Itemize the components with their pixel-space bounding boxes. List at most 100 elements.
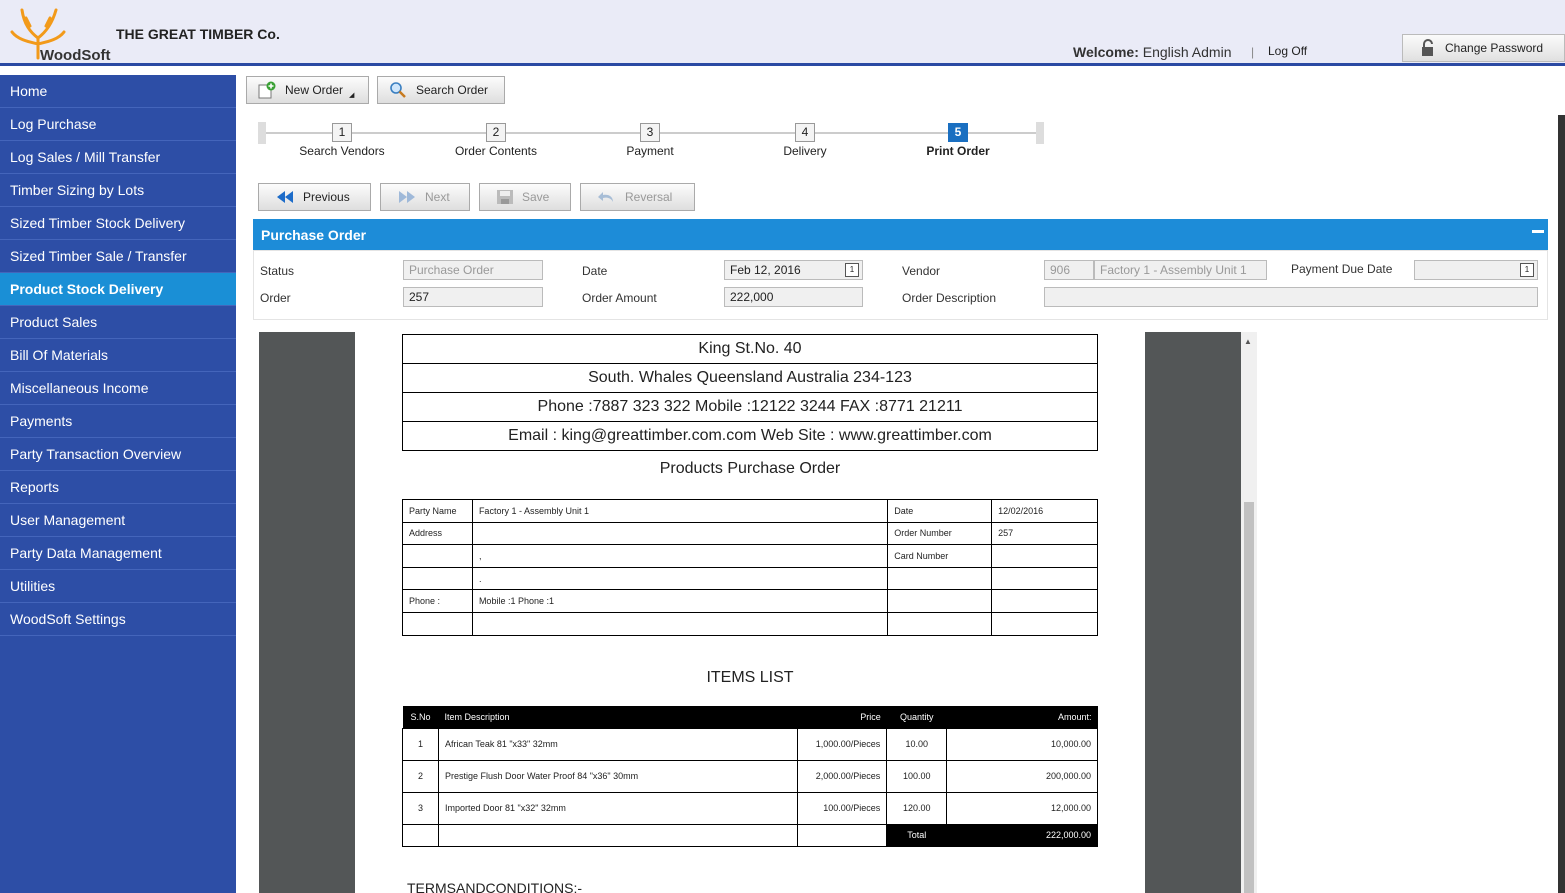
item-amount: 200,000.00 [946,759,1098,793]
save-button[interactable]: Save [479,183,571,211]
card-number-value [991,544,1098,568]
item-description: Imported Door 81 "x32" 32mm [437,791,799,825]
item-quantity: 10.00 [886,727,948,761]
step-label: Delivery [783,144,827,158]
item-price: 100.00/Pieces [797,791,888,825]
previous-button[interactable]: Previous [258,183,371,211]
wizard-start-cap [258,122,266,144]
step-number: 2 [486,123,506,142]
sidebar-item-utilities[interactable]: Utilities [0,570,236,603]
sidebar-item-user-management[interactable]: User Management [0,504,236,537]
change-password-button[interactable]: Change Password [1402,34,1565,62]
table-row: 3 Imported Door 81 "x32" 32mm 100.00/Pie… [402,791,1098,825]
item-amount: 10,000.00 [946,727,1098,761]
step-number: 1 [332,123,352,142]
order-amount-label: Order Amount [582,291,657,305]
card-number-label: Card Number [887,544,993,568]
sidebar-item-log-sales[interactable]: Log Sales / Mill Transfer [0,141,236,174]
collapse-icon[interactable] [1532,230,1544,233]
logoff-link[interactable]: Log Off [1268,44,1307,58]
sidebar-item-bill-of-materials[interactable]: Bill Of Materials [0,339,236,372]
page-scrollbar[interactable] [1558,115,1565,893]
sidebar-item-payments[interactable]: Payments [0,405,236,438]
item-sno: 3 [402,791,439,825]
column-header: Quantity [886,706,947,728]
total-value: 222,000.00 [946,823,1098,847]
sidebar-item-sized-timber-sale[interactable]: Sized Timber Sale / Transfer [0,240,236,273]
vendor-code-field[interactable]: 906 [1044,260,1094,280]
empty-cell [437,823,799,847]
wizard-step-1[interactable]: 1 Search Vendors [282,123,402,158]
sidebar-item-timber-sizing[interactable]: Timber Sizing by Lots [0,174,236,207]
item-description: African Teak 81 "x33" 32mm [437,727,799,761]
sidebar-item-product-sales[interactable]: Product Sales [0,306,236,339]
total-label: Total [886,823,948,847]
previous-label: Previous [303,190,350,204]
sidebar-item-product-stock-delivery[interactable]: Product Stock Delivery [0,273,236,306]
order-field[interactable]: 257 [403,287,543,307]
items-table: S.No Item Description Price Quantity Amo… [402,706,1098,847]
email-line: Email : king@greattimber.com.com Web Sit… [402,421,1098,451]
new-order-button[interactable]: New Order ◢ [246,76,369,104]
purchase-order-panel-header: Purchase Order [253,219,1548,250]
wizard-step-4[interactable]: 4 Delivery [745,123,865,158]
wizard-step-2[interactable]: 2 Order Contents [436,123,556,158]
order-description-label: Order Description [902,291,997,305]
order-label: Order [260,291,291,305]
date-value: 12/02/2016 [991,499,1098,523]
vendor-name-field[interactable]: Factory 1 - Assembly Unit 1 [1094,260,1267,280]
logo-text: WoodSoft [40,47,111,64]
undo-icon [598,192,613,202]
phone-value: Mobile :1 Phone :1 [471,589,889,613]
wizard-step-5[interactable]: 5 Print Order [898,123,1018,158]
panel-title: Purchase Order [261,226,367,243]
empty-cell [887,566,993,591]
purchase-order-form: Status Purchase Order Date Feb 12, 2016 1… [253,250,1548,320]
address-line: South. Whales Queensland Australia 234-1… [402,363,1098,393]
table-row: 2 Prestige Flush Door Water Proof 84 "x3… [402,759,1098,793]
change-password-label: Change Password [1445,41,1544,55]
report-scrollbar[interactable]: ▲ [1241,332,1257,893]
order-description-field[interactable] [1044,287,1538,307]
payment-due-label: Payment Due Date [1291,262,1393,276]
sidebar-item-party-data[interactable]: Party Data Management [0,537,236,570]
address-line-2: , [471,544,889,568]
items-list-title: ITEMS LIST [706,669,794,686]
address-table: King St.No. 40 South. Whales Queensland … [402,334,1098,451]
search-order-label: Search Order [416,83,489,97]
sidebar: Home Log Purchase Log Sales / Mill Trans… [0,75,236,893]
date-label: Date [582,264,608,278]
scrollbar-thumb[interactable] [1244,502,1254,893]
status-field[interactable]: Purchase Order [403,260,543,280]
sidebar-item-party-transaction[interactable]: Party Transaction Overview [0,438,236,471]
sidebar-item-log-purchase[interactable]: Log Purchase [0,108,236,141]
sidebar-item-sized-timber-stock-delivery[interactable]: Sized Timber Stock Delivery [0,207,236,240]
step-label: Search Vendors [299,144,385,158]
item-price: 1,000.00/Pieces [797,727,888,761]
scroll-up-icon[interactable]: ▲ [1244,337,1252,346]
wizard-step-3[interactable]: 3 Payment [590,123,710,158]
save-label: Save [522,190,550,204]
item-description: Prestige Flush Door Water Proof 84 "x36"… [437,759,799,793]
empty-cell [402,611,473,636]
report-title: Products Purchase Order [659,460,841,477]
calendar-icon[interactable]: 1 [1520,263,1534,277]
reversal-button[interactable]: Reversal [580,183,695,211]
sidebar-item-woodsoft-settings[interactable]: WoodSoft Settings [0,603,236,636]
next-button[interactable]: Next [380,183,470,211]
sidebar-item-misc-income[interactable]: Miscellaneous Income [0,372,236,405]
search-order-button[interactable]: Search Order [377,76,505,104]
date-field[interactable]: Feb 12, 2016 1 [724,260,863,280]
sidebar-item-reports[interactable]: Reports [0,471,236,504]
floppy-disk-icon [497,190,513,204]
empty-cell [991,589,1098,613]
payment-due-field[interactable]: 1 [1414,260,1538,280]
calendar-icon[interactable]: 1 [845,263,859,277]
party-name-value: Factory 1 - Assembly Unit 1 [471,499,889,523]
vendor-label: Vendor [902,264,941,278]
column-header: Amount: [946,706,1098,728]
order-amount-field[interactable]: 222,000 [724,287,863,307]
empty-cell [991,566,1098,591]
sidebar-item-home[interactable]: Home [0,75,236,108]
empty-cell [887,589,993,613]
